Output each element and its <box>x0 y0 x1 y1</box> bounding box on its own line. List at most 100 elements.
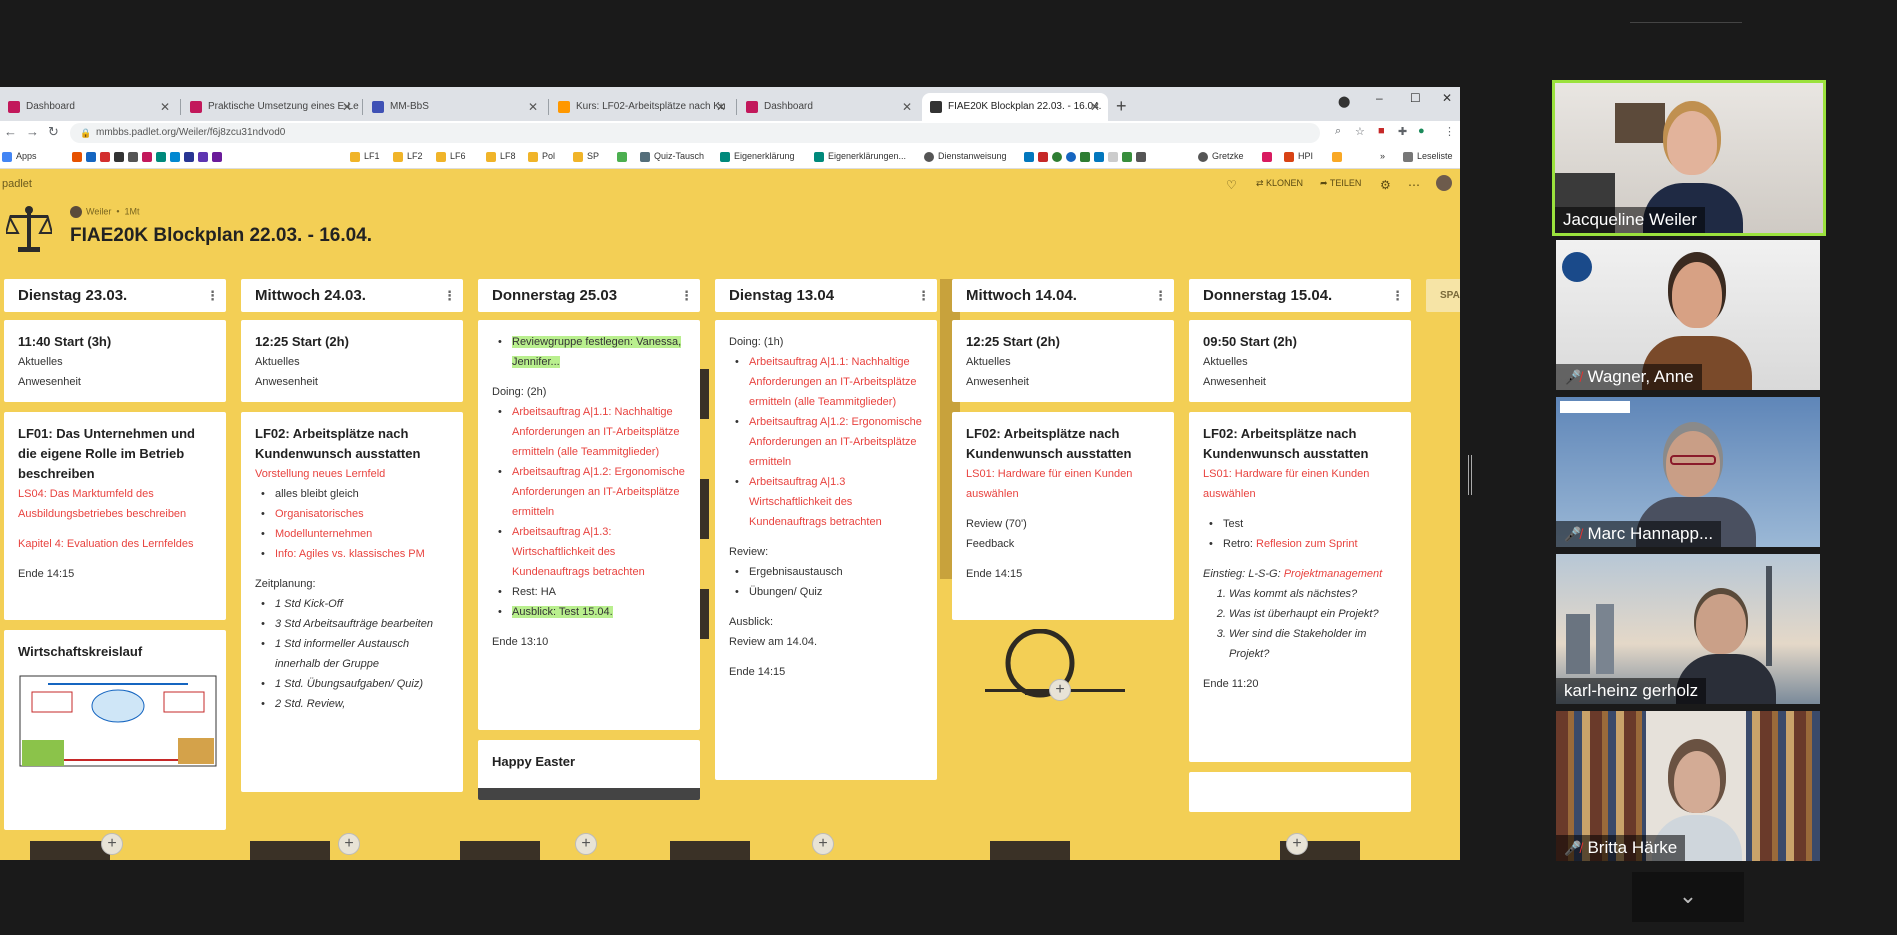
reload-button[interactable]: ↻ <box>48 124 59 140</box>
tab[interactable]: Dashboard ✕ <box>738 93 920 121</box>
post-card[interactable]: LF02: Arbeitsplätze nach Kundenwunsch au… <box>952 412 1174 620</box>
bookmark-icon[interactable] <box>1066 151 1076 162</box>
more-bookmarks-icon[interactable]: » <box>1380 149 1385 163</box>
share-button[interactable]: ➦ TEILEN <box>1320 178 1361 189</box>
maximize-button[interactable]: ☐ <box>1410 91 1421 105</box>
star-icon[interactable]: ☆ <box>1355 125 1365 138</box>
zoom-icon[interactable]: ⌕ <box>1335 125 1341 138</box>
add-post-button[interactable]: + <box>338 833 360 855</box>
clone-button[interactable]: ⇄ KLONEN <box>1256 178 1303 189</box>
list-item[interactable]: Arbeitsauftrag A|1.3 Wirtschaftlichkeit … <box>735 472 923 532</box>
bookmark[interactable]: LF6 <box>436 149 466 163</box>
resize-handle[interactable] <box>1468 455 1472 495</box>
more-icon[interactable]: ⋯ <box>1408 178 1420 192</box>
bookmark[interactable]: Dienstanweisung <box>924 149 1007 163</box>
add-post-button[interactable]: + <box>1286 833 1308 855</box>
participant-video[interactable]: Jacqueline Weiler <box>1552 80 1826 236</box>
post-link[interactable]: LS01: Hardware für einen Kunden auswähle… <box>966 464 1160 504</box>
post-link[interactable]: Kapitel 4: Evaluation des Lernfeldes <box>18 534 212 554</box>
more-icon[interactable]: ⋮ <box>680 279 693 312</box>
bookmark[interactable]: Eigenerklärung <box>720 149 795 163</box>
list-item[interactable]: Modellunternehmen <box>261 524 449 544</box>
bookmark-icon[interactable] <box>156 151 166 162</box>
window-close-button[interactable]: ✕ <box>1442 91 1452 105</box>
bookmark-icon[interactable] <box>1108 151 1118 162</box>
post-card[interactable]: Wirtschaftskreislauf <box>4 630 226 830</box>
bookmark-icon[interactable] <box>1038 151 1048 162</box>
list-item[interactable]: Arbeitsauftrag A|1.2: Ergonomische Anfor… <box>498 462 686 522</box>
post-link[interactable]: Vorstellung neues Lernfeld <box>255 464 449 484</box>
close-icon[interactable]: ✕ <box>716 93 726 121</box>
post-link[interactable]: LS01: Hardware für einen Kunden auswähle… <box>1203 464 1397 504</box>
post-card[interactable]: 11:40 Start (3h) Aktuelles Anwesenheit <box>4 320 226 402</box>
tab-active[interactable]: FIAE20K Blockplan 22.03. - 16.04. ✕ <box>922 93 1108 121</box>
bookmark-icon[interactable] <box>114 151 124 162</box>
bookmark-icon[interactable] <box>142 151 152 162</box>
post-link[interactable]: LS04: Das Marktumfeld des Ausbildungsbet… <box>18 484 212 524</box>
padlet-logo[interactable]: padlet <box>2 178 32 190</box>
extension-icon[interactable]: ■ <box>1378 125 1385 137</box>
avatar-icon[interactable]: ● <box>1418 125 1425 137</box>
list-item[interactable]: Organisatorisches <box>261 504 449 524</box>
more-icon[interactable]: ⋮ <box>917 279 930 312</box>
forward-button[interactable]: → <box>26 124 39 139</box>
close-icon[interactable]: ✕ <box>160 93 170 121</box>
bookmark-icon[interactable] <box>86 151 96 162</box>
post-card[interactable]: 12:25 Start (2h) Aktuelles Anwesenheit <box>952 320 1174 402</box>
column-header[interactable]: Donnerstag 15.04. ⋮ <box>1189 279 1411 312</box>
back-button[interactable]: ← <box>4 124 17 139</box>
bookmark-icon[interactable] <box>1080 151 1090 162</box>
bookmark[interactable]: HPI <box>1284 149 1313 163</box>
add-post-button[interactable]: + <box>575 833 597 855</box>
post-link[interactable]: Projektmanagement <box>1284 568 1382 580</box>
bookmark[interactable]: LF8 <box>486 149 516 163</box>
tab[interactable]: Dashboard ✕ <box>0 93 178 121</box>
bookmark-icon[interactable] <box>100 151 110 162</box>
bookmark[interactable]: Leseliste <box>1403 149 1453 163</box>
heart-icon[interactable]: ♡ <box>1226 178 1237 192</box>
close-icon[interactable]: ✕ <box>902 93 912 121</box>
bookmark-icon[interactable] <box>198 151 208 162</box>
list-item[interactable]: Arbeitsauftrag A|1.1: Nachhaltige Anford… <box>498 402 686 462</box>
column-header[interactable]: Mittwoch 24.03. ⋮ <box>241 279 463 312</box>
add-post-button[interactable]: + <box>812 833 834 855</box>
more-icon[interactable]: ⋮ <box>443 279 456 312</box>
chevron-down-icon[interactable]: ⌄ <box>1632 872 1744 922</box>
add-post-button[interactable]: + <box>1049 679 1071 701</box>
url-input[interactable]: 🔒 mmbbs.padlet.org/Weiler/f6j8zcu31ndvod0 <box>70 123 1320 143</box>
list-item[interactable]: Arbeitsauftrag A|1.1: Nachhaltige Anford… <box>735 352 923 412</box>
bookmark-icon[interactable] <box>1094 151 1104 162</box>
post-card[interactable]: LF02: Arbeitsplätze nach Kundenwunsch au… <box>241 412 463 792</box>
bookmark[interactable]: LF1 <box>350 149 380 163</box>
new-tab-button[interactable]: + <box>1116 93 1127 119</box>
bookmark[interactable]: Eigenerklärungen... <box>814 149 906 163</box>
participant-video[interactable]: 🎤̸ Marc Hannapp... <box>1556 397 1820 547</box>
more-icon[interactable]: ⋮ <box>1391 279 1404 312</box>
add-post-button[interactable]: + <box>101 833 123 855</box>
settings-gear-icon[interactable]: ⚙ <box>1380 178 1391 192</box>
bookmark[interactable]: Pol <box>528 149 555 163</box>
bookmark-icon[interactable] <box>72 151 82 162</box>
more-icon[interactable]: ⋮ <box>1154 279 1167 312</box>
post-card[interactable]: LF02: Arbeitsplätze nach Kundenwunsch au… <box>1189 412 1411 762</box>
column-header[interactable]: Dienstag 13.04 ⋮ <box>715 279 937 312</box>
list-item[interactable]: Info: Agiles vs. klassisches PM <box>261 544 449 564</box>
post-card[interactable]: 09:50 Start (2h) Aktuelles Anwesenheit <box>1189 320 1411 402</box>
bookmark[interactable]: Quiz-Tausch <box>640 149 704 163</box>
puzzle-icon[interactable]: ✚ <box>1398 125 1407 138</box>
list-item[interactable]: Arbeitsauftrag A|1.2: Ergonomische Anfor… <box>735 412 923 472</box>
menu-icon[interactable]: ⋮ <box>1444 125 1455 138</box>
tab[interactable]: Praktische Umsetzung eines E-Le ✕ <box>182 93 360 121</box>
close-icon[interactable]: ✕ <box>528 93 538 121</box>
more-icon[interactable]: ⋮ <box>206 279 219 312</box>
column-header[interactable]: Dienstag 23.03. ⋮ <box>4 279 226 312</box>
profile-icon[interactable]: ⬤ <box>1338 95 1350 108</box>
bookmark-icon[interactable] <box>128 151 138 162</box>
close-icon[interactable]: ✕ <box>1090 93 1100 121</box>
post-card[interactable]: Happy Easter <box>478 740 700 800</box>
bookmark[interactable]: Apps <box>2 149 37 163</box>
bookmark[interactable] <box>1332 149 1346 163</box>
participant-video[interactable]: 🎤̸ Wagner, Anne <box>1556 240 1820 390</box>
participant-video[interactable]: 🎤̸ Britta Härke <box>1556 711 1820 861</box>
participant-video[interactable]: karl-heinz gerholz <box>1556 554 1820 704</box>
